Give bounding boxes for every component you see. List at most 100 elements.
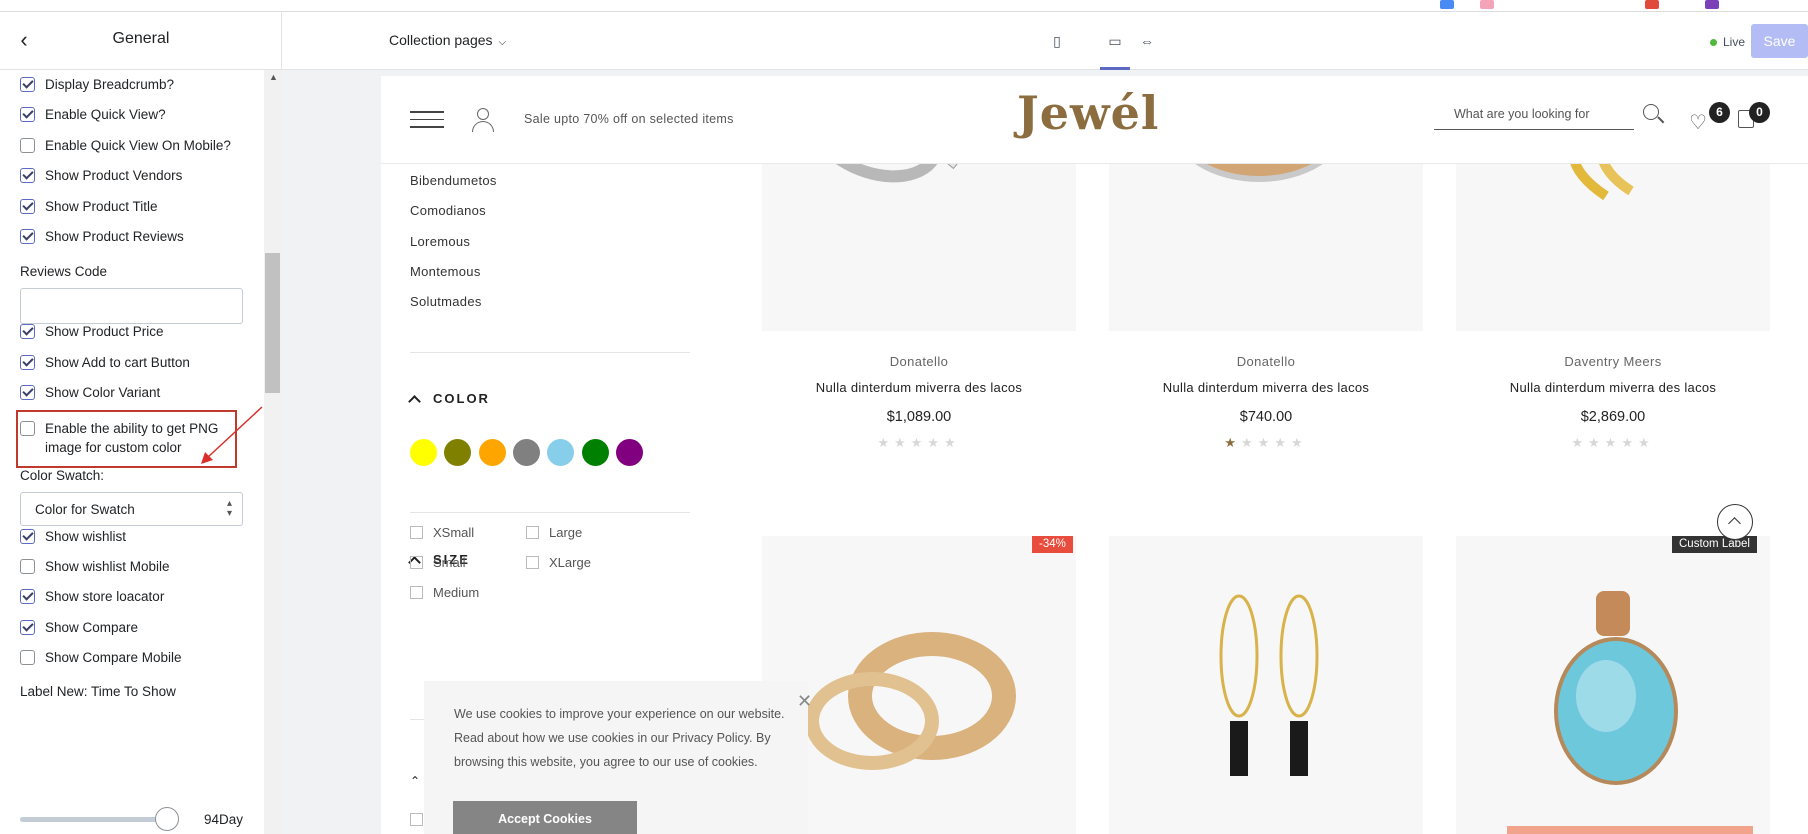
account-user-icon[interactable] <box>472 108 494 132</box>
option-label: Show Compare Mobile <box>45 649 182 665</box>
color-swatch[interactable] <box>410 439 437 466</box>
checkbox[interactable] <box>410 586 423 599</box>
category-link[interactable]: Comodianos <box>410 203 486 218</box>
checkbox[interactable] <box>20 323 35 339</box>
page-type-select[interactable]: Collection pages ⌵ <box>389 32 506 48</box>
close-icon[interactable]: ✕ <box>797 691 812 712</box>
size-option[interactable]: Large <box>526 525 582 540</box>
store-logo[interactable]: Jewél <box>1017 86 1159 140</box>
checkbox[interactable] <box>20 167 35 183</box>
setting-option[interactable]: Show wishlist <box>20 525 126 547</box>
size-label: Small <box>433 555 466 570</box>
setting-option[interactable]: Show Product Reviews <box>20 225 184 247</box>
accept-cookies-button[interactable]: Accept Cookies <box>453 801 637 834</box>
setting-option[interactable]: Show Compare <box>20 616 138 638</box>
size-option[interactable]: XSmall <box>410 525 474 540</box>
checkbox[interactable] <box>20 384 35 400</box>
product-name[interactable]: Nulla dinterdum miverra des lacos <box>1456 380 1770 395</box>
label-new-slider-track[interactable] <box>20 817 176 822</box>
setting-option[interactable]: Show Product Price <box>20 320 164 342</box>
checkbox[interactable] <box>526 556 539 569</box>
desktop-view-icon[interactable]: ▭ <box>1104 30 1126 52</box>
search-icon[interactable] <box>1643 104 1665 126</box>
fullscreen-view-icon[interactable]: ⇔ <box>1136 30 1158 52</box>
setting-option[interactable]: Show Color Variant <box>20 381 160 403</box>
size-option[interactable]: Small <box>410 555 466 570</box>
png-custom-color-option[interactable]: Enable the ability to get PNG image for … <box>20 419 230 457</box>
category-link[interactable]: Solutmades <box>410 294 482 309</box>
color-swatch[interactable] <box>615 439 643 466</box>
scroll-up-arrow-icon[interactable]: ▲ <box>269 72 278 82</box>
setting-option[interactable]: Show Compare Mobile <box>20 646 182 668</box>
checkbox[interactable] <box>20 137 35 153</box>
reviews-code-input[interactable] <box>20 288 243 324</box>
setting-option[interactable]: Show Product Title <box>20 195 158 217</box>
collapsed-filter-chevron-icon[interactable]: ⌃ <box>410 774 420 788</box>
color-swatch[interactable] <box>581 439 609 466</box>
color-swatch-select[interactable]: Color for Swatch ▴ ▾ <box>20 492 243 526</box>
product-name[interactable]: Nulla dinterdum miverra des lacos <box>762 380 1076 395</box>
checkbox[interactable] <box>20 354 35 370</box>
live-label: Live <box>1723 35 1746 49</box>
extension-icon[interactable] <box>1645 0 1659 9</box>
checkbox[interactable] <box>20 528 35 544</box>
checkbox[interactable] <box>20 558 35 574</box>
category-link[interactable]: Montemous <box>410 264 481 279</box>
menu-hamburger-icon[interactable] <box>410 111 444 129</box>
checkbox[interactable] <box>20 76 35 92</box>
cookie-banner: We use cookies to improve your experienc… <box>424 681 812 834</box>
theme-settings-panel: ‹ General Reviews Code Color Swatch: Col… <box>0 12 282 834</box>
checkbox[interactable] <box>20 588 35 604</box>
search-input[interactable]: What are you looking for <box>1434 100 1634 130</box>
filter-checkbox[interactable] <box>410 813 423 826</box>
save-button[interactable]: Save <box>1751 24 1808 58</box>
checkbox[interactable] <box>526 526 539 539</box>
color-swatch[interactable] <box>478 439 506 466</box>
wishlist-heart-icon[interactable]: ♡ <box>1689 110 1707 135</box>
earring-image <box>1219 594 1319 776</box>
panel-scrollbar[interactable]: ▲ <box>264 70 282 834</box>
color-swatch[interactable] <box>512 439 540 466</box>
size-option[interactable]: Medium <box>410 585 479 600</box>
product-image[interactable] <box>762 536 1076 834</box>
mobile-view-icon[interactable]: ▯ <box>1046 30 1068 52</box>
product-image[interactable] <box>1109 536 1423 834</box>
checkbox[interactable] <box>20 619 35 635</box>
label-new-slider-thumb[interactable] <box>154 807 179 831</box>
color-swatch[interactable] <box>547 439 575 466</box>
setting-option[interactable]: Show store loacator <box>20 585 164 607</box>
checkbox[interactable] <box>20 106 35 122</box>
checkbox[interactable] <box>410 556 423 569</box>
live-dot-icon <box>1710 38 1717 46</box>
color-filter-heading[interactable]: COLOR <box>408 391 490 408</box>
product-image[interactable] <box>1456 536 1770 834</box>
color-swatch[interactable] <box>444 439 472 466</box>
extension-icon[interactable] <box>1480 0 1494 9</box>
checkbox[interactable] <box>410 526 423 539</box>
setting-option[interactable]: Enable Quick View On Mobile? <box>20 134 231 156</box>
category-link[interactable]: Loremous <box>410 234 470 249</box>
add-to-cart-bar[interactable] <box>1507 826 1753 834</box>
setting-option[interactable]: Show wishlist Mobile <box>20 555 170 577</box>
scroll-to-top-button[interactable] <box>1717 504 1753 540</box>
size-option[interactable]: XLarge <box>526 555 591 570</box>
size-label: Medium <box>433 585 480 600</box>
product-vendor: Donatello <box>1236 354 1296 369</box>
extension-icon[interactable] <box>1705 0 1719 9</box>
checkbox[interactable] <box>20 198 35 214</box>
setting-option[interactable]: Enable Quick View? <box>20 103 166 125</box>
setting-option[interactable]: Display Breadcrumb? <box>20 73 174 95</box>
checkbox[interactable] <box>20 649 35 665</box>
setting-option[interactable]: Show Product Vendors <box>20 164 182 186</box>
setting-option[interactable]: Show Add to cart Button <box>20 351 190 373</box>
star-icon: ★ <box>943 435 961 450</box>
category-link[interactable]: Bibendumetos <box>410 173 497 188</box>
product-name[interactable]: Nulla dinterdum miverra des lacos <box>1109 380 1423 395</box>
option-label: Show Product Price <box>45 323 164 339</box>
extension-new-icon[interactable] <box>1440 0 1454 9</box>
checkbox[interactable] <box>20 421 35 436</box>
checkbox[interactable] <box>20 228 35 244</box>
reviews-code-label: Reviews Code <box>20 264 108 279</box>
star-icon: ★ <box>1274 435 1291 450</box>
scrollbar-thumb[interactable] <box>265 253 280 393</box>
